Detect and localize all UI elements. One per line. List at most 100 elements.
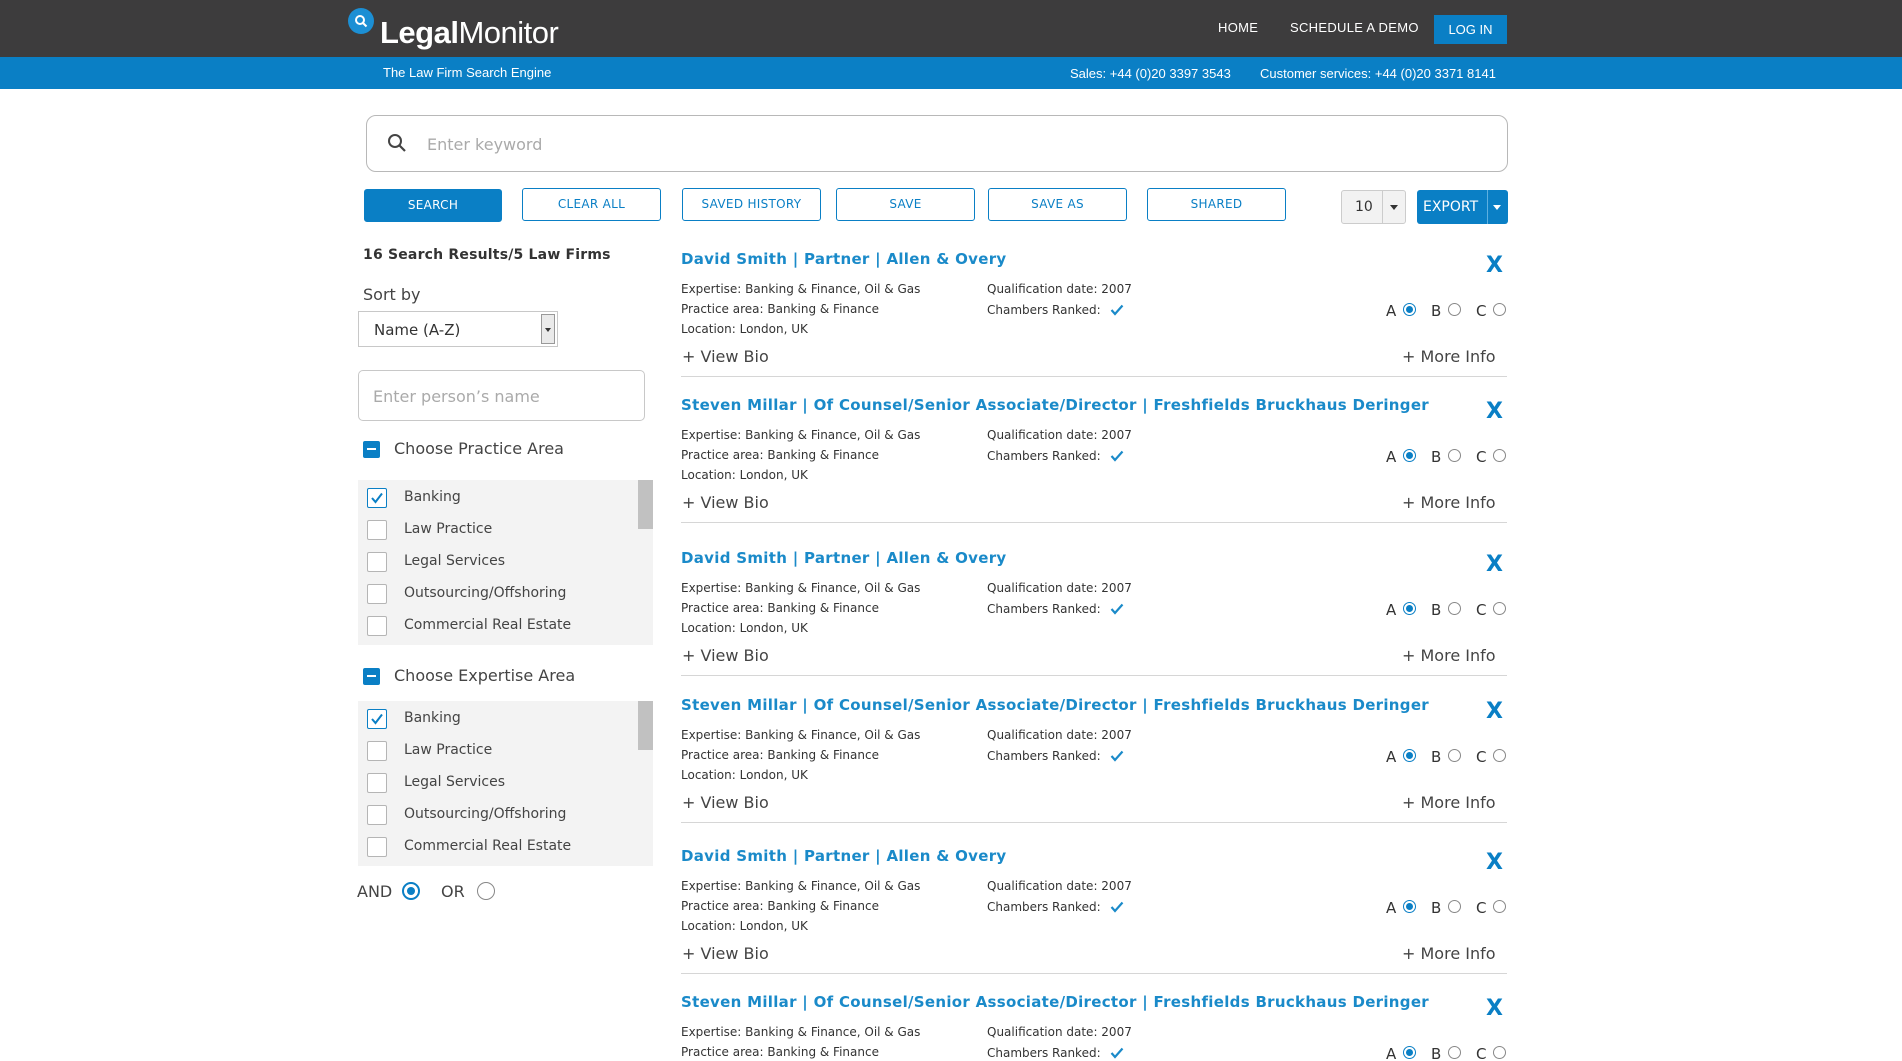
checkbox[interactable] [367, 584, 387, 604]
checkbox-checked[interactable] [367, 488, 387, 508]
checkbox[interactable] [367, 616, 387, 636]
rank-b-radio[interactable] [1448, 449, 1461, 462]
remove-result-icon[interactable]: X [1486, 255, 1503, 277]
keyword-search-box[interactable] [366, 115, 1508, 172]
more-info-link[interactable]: + More Info [1402, 646, 1496, 665]
expertise-area-list: Banking Law Practice Legal Services Outs… [358, 701, 653, 866]
view-bio-link[interactable]: + View Bio [682, 944, 769, 963]
rank-c-radio[interactable] [1493, 602, 1506, 615]
result-practice-area: Practice area: Banking & Finance [681, 448, 879, 462]
collapse-icon[interactable] [363, 441, 380, 458]
tagline: The Law Firm Search Engine [383, 65, 552, 80]
view-bio-link[interactable]: + View Bio [682, 493, 769, 512]
result-chambers-ranked: Chambers Ranked: [987, 1046, 1101, 1060]
remove-result-icon[interactable]: X [1486, 852, 1503, 874]
result-location: Location: London, UK [681, 322, 808, 336]
checkbox[interactable] [367, 837, 387, 857]
rank-a-radio[interactable] [1403, 900, 1416, 913]
checkbox-checked[interactable] [367, 709, 387, 729]
remove-result-icon[interactable]: X [1486, 998, 1503, 1020]
search-button[interactable]: SEARCH [364, 189, 502, 222]
or-radio[interactable] [477, 882, 495, 900]
rank-c-radio[interactable] [1493, 749, 1506, 762]
result-title-link[interactable]: Steven Millar | Of Counsel/Senior Associ… [681, 993, 1429, 1011]
keyword-search-input[interactable] [427, 128, 1487, 160]
result-title-link[interactable]: David Smith | Partner | Allen & Overy [681, 250, 1007, 268]
sort-value: Name (A-Z) [374, 321, 461, 339]
checkbox[interactable] [367, 520, 387, 540]
and-label: AND [357, 882, 393, 901]
chevron-down-icon[interactable] [541, 314, 555, 344]
view-bio-link[interactable]: + View Bio [682, 793, 769, 812]
checkbox[interactable] [367, 741, 387, 761]
nav-schedule-demo-link[interactable]: SCHEDULE A DEMO [1290, 20, 1419, 35]
rank-selector: A B C [1386, 898, 1506, 917]
rank-a-radio[interactable] [1403, 449, 1416, 462]
results-per-page-value: 10 [1355, 199, 1373, 215]
logo[interactable]: LegalMonitor [348, 6, 578, 51]
remove-result-icon[interactable]: X [1486, 554, 1503, 576]
export-label: EXPORT [1423, 199, 1479, 215]
person-name-input[interactable] [373, 383, 628, 409]
result-qualification-date: Qualification date: 2007 [987, 282, 1132, 296]
view-bio-link[interactable]: + View Bio [682, 347, 769, 366]
rank-b-radio[interactable] [1448, 900, 1461, 913]
result-practice-area: Practice area: Banking & Finance [681, 748, 879, 762]
results-per-page-select[interactable]: 10 [1341, 190, 1406, 224]
rank-c-label: C [1476, 601, 1487, 619]
checkbox[interactable] [367, 805, 387, 825]
checkbox[interactable] [367, 552, 387, 572]
rank-a-radio[interactable] [1403, 1046, 1416, 1059]
rank-b-radio[interactable] [1448, 1046, 1461, 1059]
checkbox[interactable] [367, 773, 387, 793]
and-radio[interactable] [402, 882, 420, 900]
rank-b-radio[interactable] [1448, 602, 1461, 615]
result-expertise: Expertise: Banking & Finance, Oil & Gas [681, 428, 921, 442]
rank-c-radio[interactable] [1493, 900, 1506, 913]
rank-b-label: B [1431, 899, 1442, 917]
login-button[interactable]: LOG IN [1434, 15, 1507, 44]
rank-a-radio[interactable] [1403, 303, 1416, 316]
save-button[interactable]: SAVE [836, 188, 975, 221]
more-info-link[interactable]: + More Info [1402, 944, 1496, 963]
rank-c-radio[interactable] [1493, 303, 1506, 316]
rank-b-radio[interactable] [1448, 749, 1461, 762]
sort-select[interactable]: Name (A-Z) [358, 311, 558, 347]
rank-a-radio[interactable] [1403, 749, 1416, 762]
saved-history-button[interactable]: SAVED HISTORY [682, 188, 821, 221]
result-location: Location: London, UK [681, 621, 808, 635]
result-divider [681, 376, 1507, 377]
checkmark-icon [1110, 1044, 1124, 1061]
more-info-link[interactable]: + More Info [1402, 347, 1496, 366]
save-as-button[interactable]: SAVE AS [988, 188, 1127, 221]
remove-result-icon[interactable]: X [1486, 701, 1503, 723]
checkmark-icon [1110, 898, 1124, 917]
shared-button[interactable]: SHARED [1147, 188, 1286, 221]
collapse-icon[interactable] [363, 668, 380, 685]
result-title-link[interactable]: Steven Millar | Of Counsel/Senior Associ… [681, 396, 1429, 414]
result-title-link[interactable]: David Smith | Partner | Allen & Overy [681, 847, 1007, 865]
remove-result-icon[interactable]: X [1486, 401, 1503, 423]
export-button[interactable]: EXPORT [1417, 190, 1508, 224]
rank-a-radio[interactable] [1403, 602, 1416, 615]
more-info-link[interactable]: + More Info [1402, 793, 1496, 812]
person-name-field[interactable] [358, 370, 645, 421]
result-title-link[interactable]: David Smith | Partner | Allen & Overy [681, 549, 1007, 567]
scrollbar-thumb[interactable] [638, 701, 653, 750]
scrollbar-thumb[interactable] [638, 480, 653, 529]
result-chambers-ranked: Chambers Ranked: [987, 602, 1101, 616]
result-qualification-date: Qualification date: 2007 [987, 728, 1132, 742]
more-info-link[interactable]: + More Info [1402, 493, 1496, 512]
export-dropdown-icon[interactable] [1493, 205, 1501, 210]
result-practice-area: Practice area: Banking & Finance [681, 899, 879, 913]
result-expertise: Expertise: Banking & Finance, Oil & Gas [681, 581, 921, 595]
rank-b-label: B [1431, 448, 1442, 466]
rank-b-radio[interactable] [1448, 303, 1461, 316]
view-bio-link[interactable]: + View Bio [682, 646, 769, 665]
nav-home-link[interactable]: HOME [1218, 20, 1258, 35]
practice-area-list: Banking Law Practice Legal Services Outs… [358, 480, 653, 645]
rank-c-radio[interactable] [1493, 449, 1506, 462]
result-title-link[interactable]: Steven Millar | Of Counsel/Senior Associ… [681, 696, 1429, 714]
clear-all-button[interactable]: CLEAR ALL [522, 188, 661, 221]
rank-c-radio[interactable] [1493, 1046, 1506, 1059]
